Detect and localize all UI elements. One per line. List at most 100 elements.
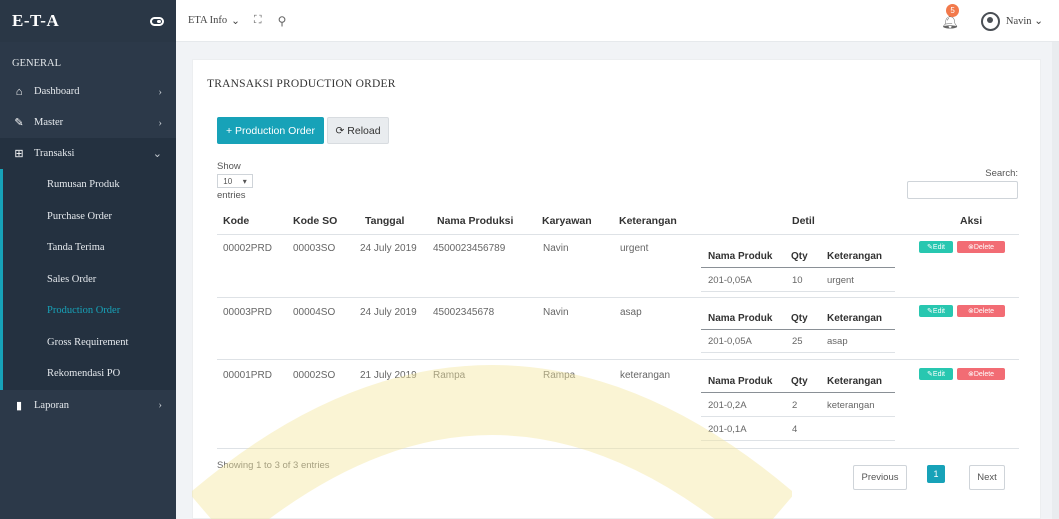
detail-keterangan: asap bbox=[827, 336, 848, 347]
cell-keterangan: urgent bbox=[620, 243, 649, 254]
row-divider bbox=[217, 297, 1019, 298]
cell-kode-so: 00002SO bbox=[293, 370, 336, 381]
sidebar-item-label: Master bbox=[34, 117, 64, 128]
column-header-tanggal[interactable]: Tanggal bbox=[365, 215, 404, 227]
column-header-aksi[interactable]: Aksi bbox=[960, 215, 982, 227]
top-bar: ETA Info ⌄ ⛶ ⚲ 🔔︎ 5 Navin ⌄ bbox=[176, 0, 1059, 42]
add-production-order-button[interactable]: + Production Order bbox=[217, 117, 324, 144]
cell-nama-produksi: 4500023456789 bbox=[433, 243, 506, 254]
cell-karyawan: Rampa bbox=[543, 370, 576, 381]
delete-button[interactable]: ⊗ Delete bbox=[957, 305, 1005, 317]
detail-divider bbox=[701, 440, 895, 441]
search-input[interactable] bbox=[907, 181, 1018, 199]
entries-per-page-value: 10 bbox=[223, 176, 233, 186]
sidebar-item-transaksi[interactable]: ⊞ Transaksi ⌄ bbox=[0, 138, 176, 169]
entries-label: entries bbox=[217, 190, 246, 201]
eta-info-menu[interactable]: ETA Info ⌄ bbox=[188, 15, 240, 27]
cell-kode-so: 00003SO bbox=[293, 243, 336, 254]
section-label: GENERAL bbox=[12, 58, 61, 69]
detail-keterangan: keterangan bbox=[827, 400, 875, 411]
column-header-kode[interactable]: Kode bbox=[223, 215, 249, 227]
brand-logo[interactable]: E-T-A bbox=[12, 11, 59, 31]
reload-icon: ⟳ bbox=[335, 124, 345, 137]
fullscreen-icon[interactable]: ⛶ bbox=[254, 14, 262, 27]
sidebar-subitem-gross-requirement[interactable]: Gross Requirement bbox=[3, 327, 176, 359]
column-header-keterangan[interactable]: Keterangan bbox=[619, 215, 677, 227]
detail-header-keterangan: Keterangan bbox=[827, 313, 883, 324]
user-menu[interactable]: Navin ⌄ bbox=[1006, 15, 1043, 27]
edit-button[interactable]: ✎ Edit bbox=[919, 241, 953, 253]
search-label: Search: bbox=[985, 168, 1018, 179]
delete-button[interactable]: ⊗ Delete bbox=[957, 241, 1005, 253]
sidebar-item-laporan[interactable]: ▮ Laporan › bbox=[0, 390, 176, 421]
chevron-right-icon: › bbox=[158, 85, 162, 98]
sidebar-toggle-icon[interactable] bbox=[150, 16, 164, 26]
search-icon[interactable]: ⚲ bbox=[278, 14, 287, 28]
cell-tanggal: 24 July 2019 bbox=[360, 307, 417, 318]
reload-button[interactable]: ⟳ Reload bbox=[327, 117, 389, 144]
detail-header-keterangan: Keterangan bbox=[827, 376, 883, 387]
cell-karyawan: Navin bbox=[543, 243, 569, 254]
sidebar-subitem-tanda-terima[interactable]: Tanda Terima bbox=[3, 232, 176, 264]
table-header-divider bbox=[217, 234, 1019, 235]
page-1-button[interactable]: 1 bbox=[927, 465, 945, 483]
detail-divider bbox=[701, 416, 895, 417]
column-header-karyawan[interactable]: Karyawan bbox=[542, 215, 592, 227]
detail-keterangan: urgent bbox=[827, 275, 854, 286]
sidebar-subitem-rumusan-produk[interactable]: Rumusan Produk bbox=[3, 169, 176, 201]
cell-kode: 00002PRD bbox=[223, 243, 272, 254]
eta-info-label: ETA Info bbox=[188, 15, 228, 26]
detail-nama-produk: 201-0,05A bbox=[708, 336, 752, 347]
select-arrow-icon: ▾ bbox=[242, 176, 247, 186]
chevron-right-icon: › bbox=[158, 399, 162, 411]
cell-tanggal: 21 July 2019 bbox=[360, 370, 417, 381]
topbar-right: 🔔︎ 5 Navin ⌄ bbox=[941, 0, 1043, 42]
sidebar-item-master[interactable]: ✎ Master › bbox=[0, 107, 176, 138]
detail-divider bbox=[701, 392, 895, 393]
detail-header-qty: Qty bbox=[791, 376, 808, 387]
sidebar-item-dashboard[interactable]: ⌂ Dashboard › bbox=[0, 76, 176, 107]
detail-header-nama-produk: Nama Produk bbox=[708, 251, 773, 262]
sidebar-subitem-sales-order[interactable]: Sales Order bbox=[3, 264, 176, 296]
cell-kode-so: 00004SO bbox=[293, 307, 336, 318]
grid-icon: ⊞ bbox=[14, 148, 24, 160]
cell-nama-produksi: 45002345678 bbox=[433, 307, 495, 318]
cell-keterangan: asap bbox=[620, 307, 642, 318]
user-name: Navin bbox=[1005, 16, 1032, 27]
transaksi-submenu: Rumusan Produk Purchase Order Tanda Teri… bbox=[0, 169, 176, 390]
entries-per-page-select[interactable]: 10 ▾ bbox=[217, 174, 253, 188]
sidebar-subitem-rekomendasi-po[interactable]: Rekomendasi PO bbox=[3, 358, 176, 390]
notification-badge: 5 bbox=[946, 3, 960, 17]
detail-header-nama-produk: Nama Produk bbox=[708, 313, 773, 324]
cell-keterangan: keterangan bbox=[620, 370, 671, 381]
cell-kode: 00001PRD bbox=[223, 370, 272, 381]
column-header-kode-so[interactable]: Kode SO bbox=[293, 215, 337, 227]
edit-button[interactable]: ✎ Edit bbox=[919, 305, 953, 317]
previous-page-button[interactable]: Previous bbox=[853, 465, 907, 490]
detail-qty: 25 bbox=[792, 336, 803, 347]
edit-icon: ✎ bbox=[14, 117, 24, 129]
chevron-down-icon: ⌄ bbox=[231, 15, 240, 27]
detail-nama-produk: 201-0,2A bbox=[708, 400, 747, 411]
row-divider bbox=[217, 448, 1019, 449]
edit-button[interactable]: ✎ Edit bbox=[919, 368, 953, 380]
next-page-button[interactable]: Next bbox=[969, 465, 1005, 490]
detail-qty: 4 bbox=[792, 424, 798, 435]
sidebar: E-T-A GENERAL ⌂ Dashboard › ✎ Master › ⊞… bbox=[0, 0, 176, 519]
user-avatar-icon[interactable] bbox=[980, 11, 1000, 31]
notification-bell-icon[interactable]: 🔔︎ 5 bbox=[941, 3, 960, 30]
detail-divider bbox=[701, 291, 895, 292]
chevron-right-icon: › bbox=[158, 116, 162, 129]
detail-divider bbox=[701, 352, 895, 353]
scrollbar-track[interactable] bbox=[1052, 42, 1059, 519]
detail-nama-produk: 201-0,1A bbox=[708, 424, 747, 435]
sidebar-subitem-production-order[interactable]: Production Order bbox=[3, 295, 176, 327]
delete-button[interactable]: ⊗ Delete bbox=[957, 368, 1005, 380]
detail-header-keterangan: Keterangan bbox=[827, 251, 883, 262]
sidebar-subitem-purchase-order[interactable]: Purchase Order bbox=[3, 201, 176, 233]
column-header-nama-produksi[interactable]: Nama Produksi bbox=[437, 215, 513, 227]
detail-header-qty: Qty bbox=[791, 251, 808, 262]
chevron-down-icon: ⌄ bbox=[152, 148, 162, 160]
content-card: TRANSAKSI PRODUCTION ORDER + Production … bbox=[192, 59, 1041, 519]
column-header-detil[interactable]: Detil bbox=[792, 215, 815, 227]
